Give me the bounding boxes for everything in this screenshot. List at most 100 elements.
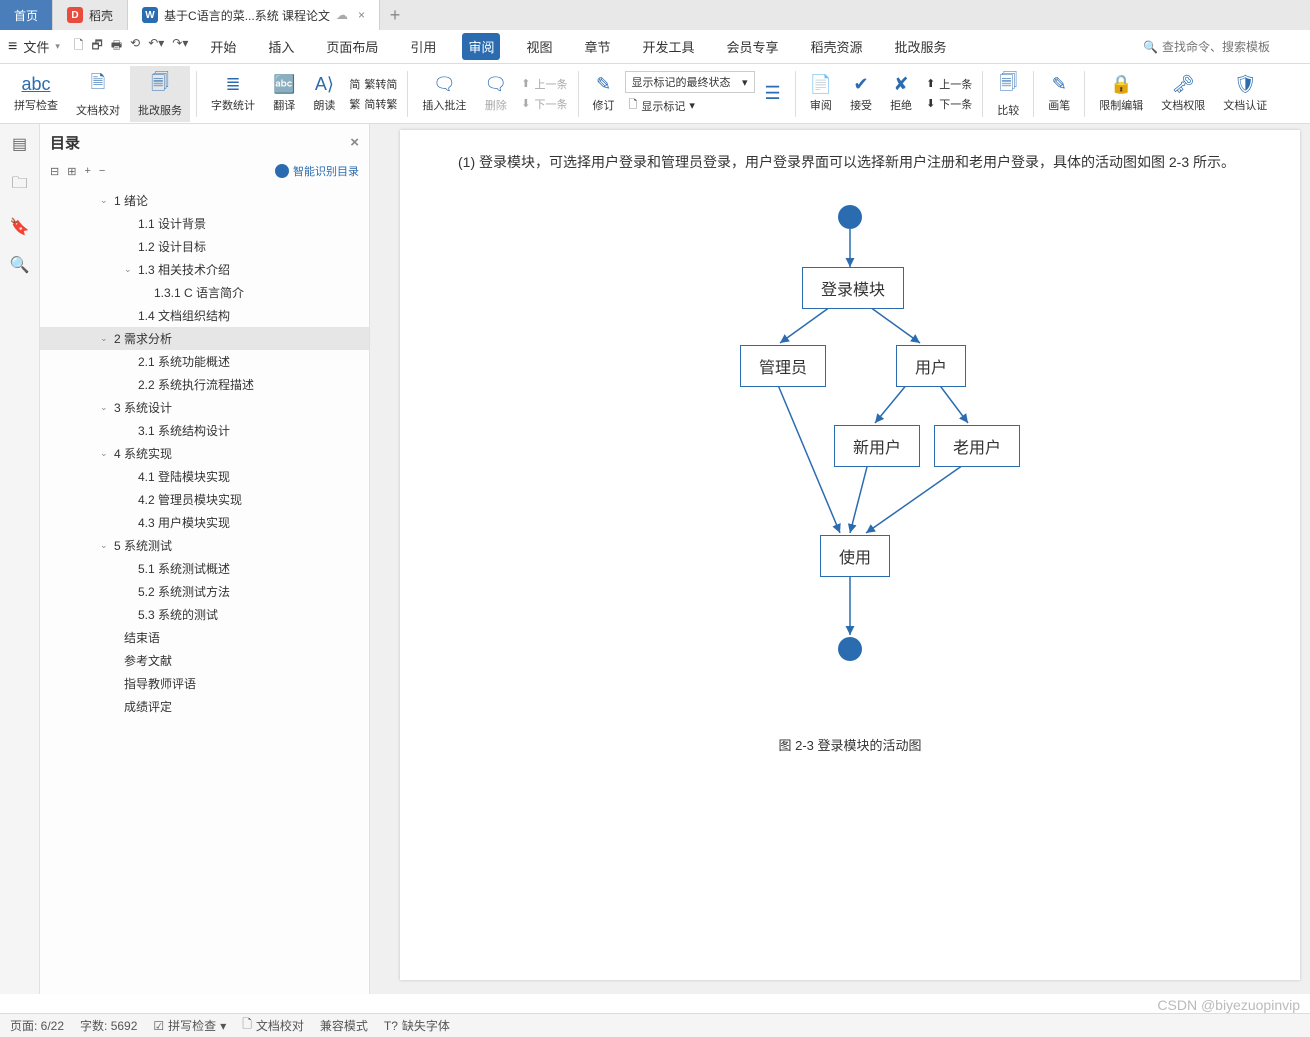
toc-item[interactable]: ⌄1 绪论: [40, 189, 369, 212]
tab-home[interactable]: 首页: [0, 0, 53, 30]
plus-icon[interactable]: +: [84, 165, 90, 177]
search-input[interactable]: [1162, 40, 1302, 54]
toc-item[interactable]: 成绩评定: [40, 695, 369, 718]
spellcheck-button[interactable]: abc拼写检查: [6, 66, 66, 122]
doc-compare-button[interactable]: 🗎文档校对: [68, 66, 128, 122]
toc-item[interactable]: 3.1 系统结构设计: [40, 419, 369, 442]
toc-item[interactable]: 2.2 系统执行流程描述: [40, 373, 369, 396]
compare-button[interactable]: 🗐比较: [989, 66, 1027, 122]
toc-item[interactable]: ⌄1.3 相关技术介绍: [40, 258, 369, 281]
toc-item[interactable]: ⌄2 需求分析: [40, 327, 369, 350]
smart-toc-button[interactable]: 智能识别目录: [275, 163, 359, 179]
document-area[interactable]: (1) 登录模块，可选择用户登录和管理员登录，用户登录界面可以选择新用户注册和老…: [370, 124, 1310, 994]
toc-item[interactable]: 1.2 设计目标: [40, 235, 369, 258]
toc-item[interactable]: 4.1 登陆模块实现: [40, 465, 369, 488]
toc-item[interactable]: ⌄3 系统设计: [40, 396, 369, 419]
nav-icon[interactable]: 🗀: [11, 172, 27, 199]
toc-item[interactable]: 1.3.1 C 语言简介: [40, 281, 369, 304]
menu-tab-9[interactable]: 稻壳资源: [805, 33, 869, 60]
menu-tab-5[interactable]: 视图: [520, 33, 558, 60]
service-button[interactable]: 🗐批改服务: [130, 66, 190, 122]
toc-item[interactable]: 4.3 用户模块实现: [40, 511, 369, 534]
toc-item[interactable]: 5.2 系统测试方法: [40, 580, 369, 603]
file-menu[interactable]: 文件: [23, 37, 49, 56]
read-button[interactable]: A⟩朗读: [305, 66, 343, 122]
compat-mode[interactable]: 兼容模式: [320, 1017, 368, 1034]
menu-tab-8[interactable]: 会员专享: [721, 33, 785, 60]
menu-tab-10[interactable]: 批改服务: [889, 33, 953, 60]
cert-button[interactable]: 🛡文档认证: [1215, 66, 1275, 122]
menu-tab-2[interactable]: 页面布局: [320, 33, 384, 60]
show-marks-button[interactable]: 🗋显示标记▾: [625, 95, 755, 116]
tab-document[interactable]: W基于C语言的菜...系统 课程论文☁×: [128, 0, 380, 30]
toc-item[interactable]: 参考文献: [40, 649, 369, 672]
review-pane-button[interactable]: ☰: [757, 66, 789, 122]
toc-item[interactable]: 2.1 系统功能概述: [40, 350, 369, 373]
wordcount-button[interactable]: ≣字数统计: [203, 66, 263, 122]
proof-status[interactable]: 🗋文档校对: [242, 1015, 304, 1036]
next-change-button[interactable]: ⬇下一条: [922, 95, 976, 113]
toc-item[interactable]: 1.1 设计背景: [40, 212, 369, 235]
collapse-icon[interactable]: ⊟: [50, 165, 59, 178]
menu-tab-4[interactable]: 审阅: [462, 33, 500, 60]
restrict-button[interactable]: 🔒限制编辑: [1091, 66, 1151, 122]
paragraph: (1) 登录模块，可选择用户登录和管理员登录，用户登录界面可以选择新用户注册和老…: [430, 150, 1270, 175]
translate-button[interactable]: 🔤翻译: [265, 66, 303, 122]
prev-comment-button[interactable]: ⬆上一条: [517, 75, 571, 93]
refresh-icon[interactable]: ⟲: [130, 36, 140, 57]
page-indicator[interactable]: 页面: 6/22: [10, 1017, 64, 1034]
toc-item[interactable]: 5.3 系统的测试: [40, 603, 369, 626]
toc-item[interactable]: 1.4 文档组织结构: [40, 304, 369, 327]
tab-shell[interactable]: D稻壳: [53, 0, 128, 30]
toc-item-label: 2.2 系统执行流程描述: [138, 376, 254, 393]
outline-icon[interactable]: ▤: [12, 134, 27, 154]
markup-state-dropdown[interactable]: 显示标记的最终状态▾: [625, 71, 755, 93]
delete-comment-button[interactable]: 🗨删除: [476, 66, 515, 122]
next-comment-button[interactable]: ⬇下一条: [517, 95, 571, 113]
find-icon[interactable]: 🔍: [10, 255, 30, 275]
sync-icon[interactable]: ☁: [336, 8, 348, 22]
toc-item[interactable]: ⌄4 系统实现: [40, 442, 369, 465]
menu-tab-3[interactable]: 引用: [404, 33, 442, 60]
toc-item[interactable]: 指导教师评语: [40, 672, 369, 695]
toc-item[interactable]: 5.1 系统测试概述: [40, 557, 369, 580]
print-icon[interactable]: 🖶: [111, 36, 122, 57]
new-tab-button[interactable]: +: [380, 0, 410, 30]
chevron-down-icon: ⌄: [100, 402, 110, 413]
prev-change-button[interactable]: ⬆上一条: [922, 75, 976, 93]
revise-button[interactable]: ✎修订: [585, 66, 623, 122]
accept-button[interactable]: ✔接受: [842, 66, 880, 122]
marks-icon: 🗋: [629, 96, 638, 115]
newuser-node: 新用户: [834, 425, 920, 467]
brush-button[interactable]: ✎画笔: [1040, 66, 1078, 122]
undo-icon[interactable]: ↶▾: [148, 36, 164, 57]
word-count[interactable]: 字数: 5692: [80, 1017, 137, 1034]
up-icon: ⬆: [521, 77, 530, 90]
missing-font[interactable]: T?缺失字体: [384, 1017, 450, 1034]
perm-button[interactable]: 🗝文档权限: [1153, 66, 1213, 122]
redo-icon[interactable]: ↷▾: [172, 36, 188, 57]
insert-comment-button[interactable]: 🗨插入批注: [414, 66, 474, 122]
review-button[interactable]: 📄审阅: [802, 66, 840, 122]
menu-tab-0[interactable]: 开始: [204, 33, 242, 60]
bookmark-icon[interactable]: 🔖: [10, 217, 30, 237]
spellcheck-status[interactable]: ☑拼写检查▾: [153, 1017, 226, 1034]
minus-icon[interactable]: −: [99, 165, 105, 177]
print-preview-icon[interactable]: 🗗: [92, 36, 103, 57]
chevron-down-icon: ⌄: [100, 540, 110, 551]
toc-item[interactable]: ⌄5 系统测试: [40, 534, 369, 557]
menu-tab-1[interactable]: 插入: [262, 33, 300, 60]
expand-icon[interactable]: ⊞: [67, 165, 76, 178]
close-icon[interactable]: ×: [350, 134, 359, 151]
s2t-button[interactable]: 简繁转简: [345, 75, 401, 93]
t2s-button[interactable]: 繁简转繁: [345, 95, 401, 113]
search-box[interactable]: 🔍: [1143, 40, 1302, 54]
hamburger-icon[interactable]: ≡: [8, 38, 17, 56]
menu-tab-7[interactable]: 开发工具: [636, 33, 700, 60]
toc-item[interactable]: 结束语: [40, 626, 369, 649]
reject-button[interactable]: ✘拒绝: [882, 66, 920, 122]
menu-tab-6[interactable]: 章节: [578, 33, 616, 60]
close-icon[interactable]: ×: [358, 8, 365, 22]
toc-item[interactable]: 4.2 管理员模块实现: [40, 488, 369, 511]
save-icon[interactable]: 🗋: [74, 36, 84, 57]
